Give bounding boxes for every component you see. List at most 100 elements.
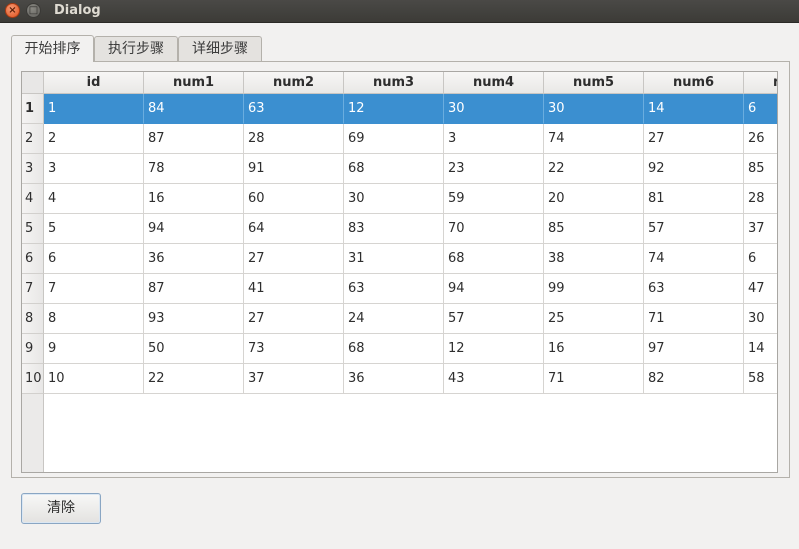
table-cell[interactable]: 99 — [544, 274, 644, 304]
data-table[interactable]: idnum1num2num3num4num5num6num7 123456789… — [21, 71, 778, 473]
table-cell[interactable]: 6 — [44, 244, 144, 274]
table-cell[interactable]: 57 — [644, 214, 744, 244]
table-cell[interactable]: 36 — [144, 244, 244, 274]
table-cell[interactable]: 3 — [444, 124, 544, 154]
table-row[interactable]: 6 36 27 31 68 38 74 6 — [44, 244, 777, 274]
table-row[interactable]: 8 93 27 24 57 25 71 30 — [44, 304, 777, 334]
table-row[interactable]: 7 87 41 63 94 99 63 47 — [44, 274, 777, 304]
table-cell[interactable]: 30 — [544, 94, 644, 124]
table-cell[interactable]: 20 — [544, 184, 644, 214]
table-cell[interactable]: 16 — [144, 184, 244, 214]
table-cell[interactable]: 69 — [344, 124, 444, 154]
table-row[interactable]: 9 50 73 68 12 16 97 14 — [44, 334, 777, 364]
table-cell[interactable]: 30 — [744, 304, 777, 334]
row-header[interactable]: 2 — [22, 124, 44, 154]
table-cell[interactable]: 9 — [44, 334, 144, 364]
table-cell[interactable]: 60 — [244, 184, 344, 214]
table-cell[interactable]: 58 — [744, 364, 777, 394]
column-header-num3[interactable]: num3 — [344, 72, 444, 94]
table-cell[interactable]: 2 — [44, 124, 144, 154]
tab-detailed-steps[interactable]: 详细步骤 — [178, 36, 262, 61]
table-cell[interactable]: 64 — [244, 214, 344, 244]
table-cell[interactable]: 37 — [744, 214, 777, 244]
table-cell[interactable]: 73 — [244, 334, 344, 364]
row-header[interactable]: 6 — [22, 244, 44, 274]
column-header-num2[interactable]: num2 — [244, 72, 344, 94]
table-row[interactable]: 4 16 60 30 59 20 81 28 — [44, 184, 777, 214]
table-cell[interactable]: 24 — [344, 304, 444, 334]
table-cell[interactable]: 12 — [444, 334, 544, 364]
table-cell[interactable]: 78 — [144, 154, 244, 184]
column-header-num4[interactable]: num4 — [444, 72, 544, 94]
row-header[interactable]: 7 — [22, 274, 44, 304]
table-cell[interactable]: 94 — [144, 214, 244, 244]
table-cell[interactable]: 12 — [344, 94, 444, 124]
table-cell[interactable]: 63 — [344, 274, 444, 304]
table-row[interactable]: 1 84 63 12 30 30 14 6 — [44, 94, 777, 124]
column-header-num1[interactable]: num1 — [144, 72, 244, 94]
table-cell[interactable]: 36 — [344, 364, 444, 394]
table-cell[interactable]: 43 — [444, 364, 544, 394]
table-cell[interactable]: 63 — [244, 94, 344, 124]
table-cell[interactable]: 87 — [144, 274, 244, 304]
column-header-num7[interactable]: num7 — [744, 72, 777, 94]
table-cell[interactable]: 3 — [44, 154, 144, 184]
table-cell[interactable]: 71 — [544, 364, 644, 394]
minimize-window-button[interactable]: □ — [26, 3, 41, 18]
table-cell[interactable]: 22 — [544, 154, 644, 184]
table-cell[interactable]: 37 — [244, 364, 344, 394]
row-header[interactable]: 8 — [22, 304, 44, 334]
table-cell[interactable]: 82 — [644, 364, 744, 394]
table-cell[interactable]: 8 — [44, 304, 144, 334]
table-cell[interactable]: 14 — [644, 94, 744, 124]
table-row[interactable]: 10 22 37 36 43 71 82 58 — [44, 364, 777, 394]
table-cell[interactable]: 84 — [144, 94, 244, 124]
table-cell[interactable]: 14 — [744, 334, 777, 364]
table-cell[interactable]: 68 — [344, 334, 444, 364]
table-cell[interactable]: 7 — [44, 274, 144, 304]
table-cell[interactable]: 85 — [744, 154, 777, 184]
table-cell[interactable]: 27 — [244, 244, 344, 274]
table-cell[interactable]: 22 — [144, 364, 244, 394]
table-cell[interactable]: 1 — [44, 94, 144, 124]
table-cell[interactable]: 71 — [644, 304, 744, 334]
table-cell[interactable]: 59 — [444, 184, 544, 214]
column-header-num5[interactable]: num5 — [544, 72, 644, 94]
table-cell[interactable]: 81 — [644, 184, 744, 214]
table-cell[interactable]: 97 — [644, 334, 744, 364]
column-header-id[interactable]: id — [44, 72, 144, 94]
table-cell[interactable]: 57 — [444, 304, 544, 334]
table-cell[interactable]: 70 — [444, 214, 544, 244]
column-header-num6[interactable]: num6 — [644, 72, 744, 94]
tab-execute-steps[interactable]: 执行步骤 — [94, 36, 178, 61]
table-cell[interactable]: 74 — [544, 124, 644, 154]
table-cell[interactable]: 50 — [144, 334, 244, 364]
table-cell[interactable]: 16 — [544, 334, 644, 364]
row-header[interactable]: 4 — [22, 184, 44, 214]
table-cell[interactable]: 28 — [244, 124, 344, 154]
table-cell[interactable]: 26 — [744, 124, 777, 154]
close-window-button[interactable]: × — [5, 3, 20, 18]
table-row[interactable]: 5 94 64 83 70 85 57 37 — [44, 214, 777, 244]
tab-start-sort[interactable]: 开始排序 — [11, 35, 94, 62]
table-cell[interactable]: 30 — [344, 184, 444, 214]
table-cell[interactable]: 30 — [444, 94, 544, 124]
row-header[interactable]: 9 — [22, 334, 44, 364]
table-cell[interactable]: 27 — [644, 124, 744, 154]
table-cell[interactable]: 68 — [444, 244, 544, 274]
row-header[interactable]: 1 — [22, 94, 44, 124]
table-cell[interactable]: 93 — [144, 304, 244, 334]
table-cell[interactable]: 38 — [544, 244, 644, 274]
table-cell[interactable]: 94 — [444, 274, 544, 304]
table-cell[interactable]: 47 — [744, 274, 777, 304]
table-cell[interactable]: 27 — [244, 304, 344, 334]
table-cell[interactable]: 74 — [644, 244, 744, 274]
table-cell[interactable]: 23 — [444, 154, 544, 184]
table-corner-button[interactable] — [22, 72, 44, 94]
table-cell[interactable]: 5 — [44, 214, 144, 244]
table-cell[interactable]: 63 — [644, 274, 744, 304]
table-cell[interactable]: 83 — [344, 214, 444, 244]
row-header[interactable]: 3 — [22, 154, 44, 184]
table-cell[interactable]: 31 — [344, 244, 444, 274]
table-cell[interactable]: 6 — [744, 94, 777, 124]
